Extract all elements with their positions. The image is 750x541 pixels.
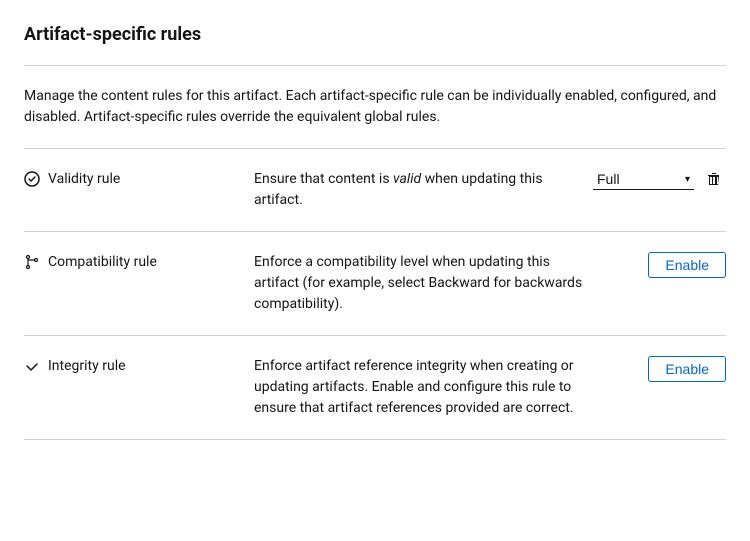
branch-icon	[24, 254, 40, 270]
compatibility-rule-actions: Enable	[606, 252, 726, 278]
page-description: Manage the content rules for this artifa…	[24, 66, 726, 149]
rule-row-compatibility: Compatibility rule Enforce a compatibili…	[24, 232, 726, 336]
circle-check-icon	[24, 171, 40, 187]
trash-icon	[706, 171, 722, 187]
checkmark-icon	[24, 358, 40, 374]
validity-select[interactable]: Full Syntax only None	[593, 169, 694, 190]
rule-row-validity: Validity rule Ensure that content is val…	[24, 149, 726, 232]
compatibility-rule-label: Compatibility rule	[48, 254, 157, 270]
validity-rule-actions: Full Syntax only None ▾	[593, 169, 726, 190]
rule-name-compatibility: Compatibility rule	[24, 252, 254, 270]
integrity-rule-description: Enforce artifact reference integrity whe…	[254, 356, 606, 419]
rule-name-validity: Validity rule	[24, 169, 254, 187]
compatibility-enable-button[interactable]: Enable	[648, 252, 726, 278]
validity-rule-label: Validity rule	[48, 171, 120, 187]
validity-rule-description: Ensure that content is valid when updati…	[254, 169, 593, 211]
rule-name-integrity: Integrity rule	[24, 356, 254, 374]
page-title: Artifact-specific rules	[24, 24, 726, 45]
integrity-rule-actions: Enable	[606, 356, 726, 382]
rule-row-integrity: Integrity rule Enforce artifact referenc…	[24, 336, 726, 440]
compatibility-rule-description: Enforce a compatibility level when updat…	[254, 252, 606, 315]
validity-delete-button[interactable]	[702, 169, 726, 189]
integrity-rule-label: Integrity rule	[48, 358, 126, 374]
integrity-enable-button[interactable]: Enable	[648, 356, 726, 382]
validity-select-wrapper: Full Syntax only None ▾	[593, 169, 694, 190]
rules-table: Validity rule Ensure that content is val…	[24, 149, 726, 440]
page-container: Artifact-specific rules Manage the conte…	[0, 0, 750, 464]
